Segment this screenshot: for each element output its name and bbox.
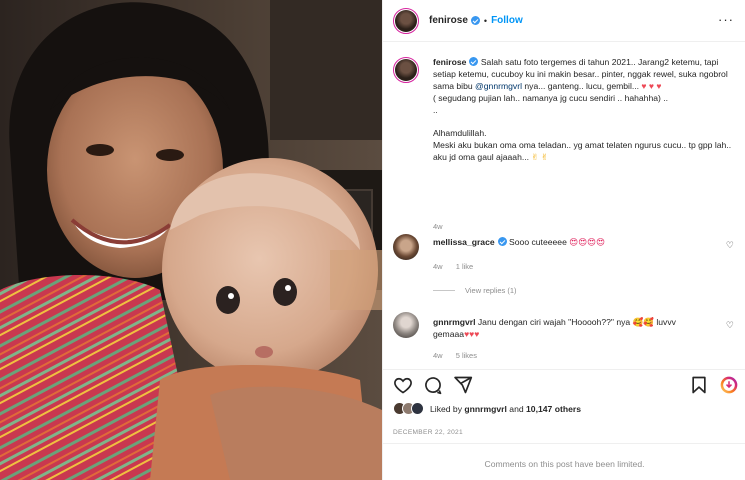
comment-meta: 4w 5 likes — [433, 351, 488, 360]
verified-icon — [497, 237, 507, 246]
comment-likes[interactable]: 5 likes — [456, 351, 477, 360]
heart-eyes-emoji: 😍😍😍😍 — [569, 237, 606, 247]
liker-avatar — [411, 402, 424, 415]
view-replies-label: View replies (1) — [465, 286, 517, 295]
comment-body: Janu dengan ciri wajah "Hooooh??" nya — [475, 317, 633, 327]
heart-emoji: ♥ ♥ ♥ — [641, 80, 662, 91]
comment-time[interactable]: 4w — [433, 262, 443, 271]
caption-username[interactable]: fenirose — [433, 57, 466, 67]
comment-text: mellissa_grace Sooo cuteeeee 😍😍😍😍 — [433, 234, 738, 248]
comment-meta: 4w 1 like — [433, 262, 484, 271]
commenter-avatar[interactable] — [393, 234, 419, 260]
comment-username[interactable]: gnnrmgvrl — [433, 317, 476, 327]
comments-scroll-area[interactable]: fenirose Salah satu foto tergemes di tah… — [383, 43, 745, 368]
likes-user[interactable]: gnnrmgvrl — [464, 404, 507, 414]
comment-time[interactable]: 4w — [433, 351, 443, 360]
separator-dot: • — [483, 15, 488, 26]
likes-text: Liked by gnnrmgvrl and 10,147 others — [430, 404, 581, 414]
likes-count[interactable]: 10,147 others — [526, 404, 581, 414]
heart-icon[interactable] — [393, 375, 413, 395]
follow-button[interactable]: Follow — [491, 15, 523, 26]
caption-time[interactable]: 4w — [433, 222, 443, 231]
caption-line3: ( segudang pujian lah.. namanya jg cucu … — [433, 92, 669, 103]
likes-middle: and — [506, 403, 527, 414]
reels-icon[interactable] — [719, 375, 739, 395]
likes-prefix: Liked by — [430, 403, 465, 414]
share-icon[interactable] — [453, 375, 473, 395]
comment-icon[interactable] — [423, 375, 443, 395]
victory-hand-emoji: ✌ ✌ — [531, 152, 549, 163]
more-options-icon[interactable]: ··· — [718, 12, 734, 27]
verified-icon — [470, 16, 480, 25]
caption-text: fenirose Salah satu foto tergemes di tah… — [433, 57, 738, 164]
commenter-avatar[interactable] — [393, 312, 419, 338]
caption-mention[interactable]: @gnnrmgvrl — [475, 81, 522, 91]
post-date[interactable]: DECEMBER 22, 2021 — [393, 429, 463, 436]
comment-username[interactable]: mellissa_grace — [433, 237, 495, 247]
caption-line4: .. — [433, 104, 438, 115]
heart-emoji: ♥♥♥ — [464, 329, 480, 339]
comment-item: mellissa_grace Sooo cuteeeee 😍😍😍😍 ♡ 4w 1… — [393, 234, 738, 271]
view-replies-button[interactable]: View replies (1) — [433, 286, 517, 295]
comment-like-heart-icon[interactable]: ♡ — [726, 320, 734, 331]
post-caption: fenirose Salah satu foto tergemes di tah… — [393, 57, 738, 231]
caption-line2: nya... ganteng.. lucu, gembil... — [521, 80, 642, 91]
caption-meta: 4w — [433, 222, 454, 231]
caption-line6: Meski aku bukan oma oma teladan.. yg ama… — [433, 140, 732, 163]
photo-image — [0, 0, 382, 480]
comment-body: Sooo cuteeeee — [506, 237, 570, 247]
likes-summary: Liked by gnnrmgvrl and 10,147 others — [393, 402, 581, 415]
caption-avatar[interactable] — [393, 57, 419, 83]
author-avatar[interactable] — [393, 7, 419, 34]
post-header: fenirose • Follow ··· — [383, 0, 745, 42]
comment-text: gnnrmgvrl Janu dengan ciri wajah "Hooooh… — [433, 312, 738, 340]
comments-limited-notice: Comments on this post have been limited. — [383, 443, 745, 480]
post-detail-panel: fenirose • Follow ··· fenirose Salah sat… — [382, 0, 745, 480]
replies-divider — [433, 290, 455, 291]
bookmark-icon[interactable] — [689, 375, 709, 395]
post-action-bar — [383, 369, 745, 399]
comment-item: gnnrmgvrl Janu dengan ciri wajah "Hooooh… — [393, 312, 738, 360]
comment-like-heart-icon[interactable]: ♡ — [726, 240, 734, 251]
post-photo[interactable] — [0, 0, 382, 480]
author-username[interactable]: fenirose — [429, 15, 468, 26]
smiling-hearts-emoji: 🥰🥰 — [632, 317, 654, 327]
comment-likes[interactable]: 1 like — [456, 262, 474, 271]
caption-line5: Alhamdulillah. — [433, 128, 487, 139]
